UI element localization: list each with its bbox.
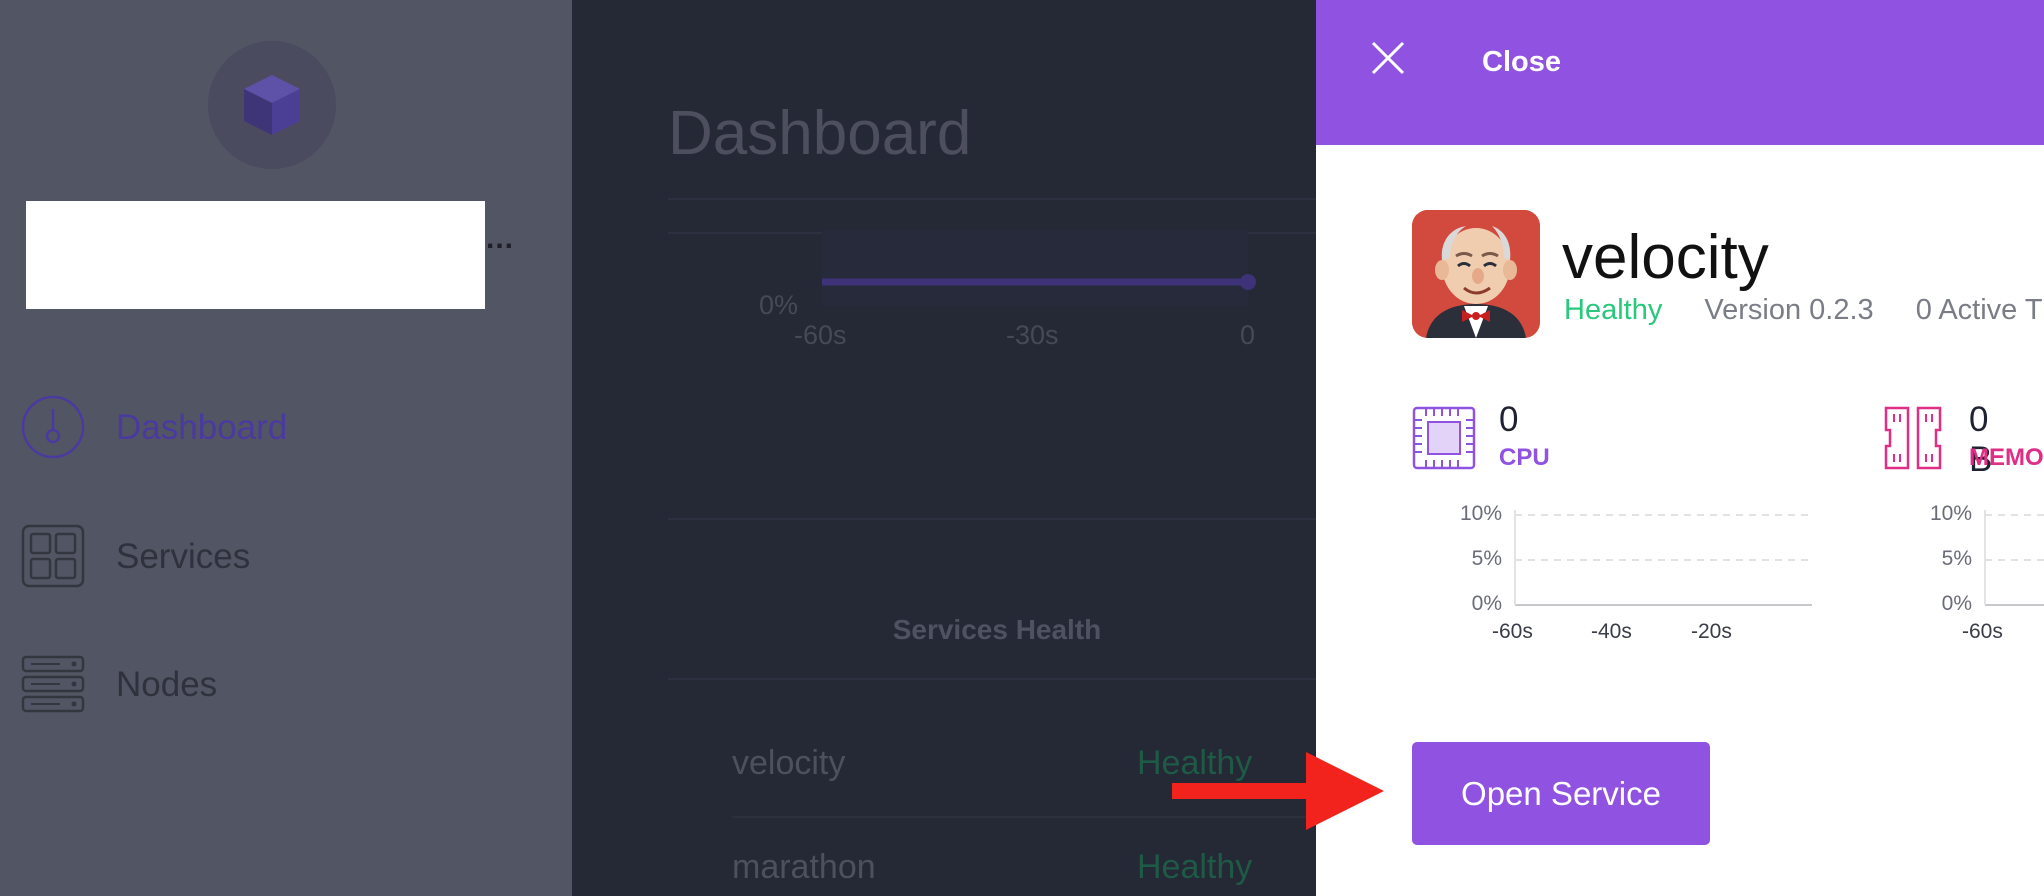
- page-title: Dashboard: [668, 99, 972, 168]
- service-status: Healthy: [1137, 848, 1253, 886]
- service-health-status: Healthy: [1564, 294, 1663, 326]
- sidebar-item-label: Dashboard: [116, 408, 288, 447]
- service-active-tasks: 0 Active T: [1915, 294, 2043, 326]
- cluster-name-ellipsis: ...: [486, 222, 515, 255]
- service-version: Version 0.2.3: [1704, 294, 1874, 326]
- cpu-chart-x-tick: -40s: [1591, 620, 1632, 643]
- sidebar-item-dashboard[interactable]: Dashboard: [20, 394, 540, 460]
- sidebar-item-label: Services: [116, 537, 251, 576]
- service-name: velocity: [732, 744, 846, 782]
- cube-logo-icon: [244, 75, 300, 135]
- sidebar-item-label: Nodes: [116, 665, 218, 704]
- cpu-chart-y-tick: 0%: [1471, 592, 1502, 615]
- service-meta: Healthy Version 0.2.3 0 Active T: [1564, 294, 2043, 327]
- memory-label: MEMO: [1969, 444, 2044, 471]
- memory-chart-y-tick: 5%: [1941, 547, 1972, 570]
- cpu-chart-x-tick: -60s: [1492, 620, 1533, 643]
- panel-header: Close: [1316, 0, 2044, 145]
- close-icon: [1371, 41, 1405, 75]
- service-name: marathon: [732, 848, 876, 886]
- services-grid-icon: [21, 524, 85, 588]
- nodes-server-icon: [21, 655, 85, 713]
- list-item[interactable]: marathon Healthy: [732, 848, 1316, 896]
- services-health-heading: Services Health: [892, 614, 1102, 645]
- close-button[interactable]: Close: [1370, 36, 1561, 84]
- cpu-value: 0: [1499, 400, 1519, 439]
- mini-chart-plot: [822, 230, 1256, 306]
- memory-chart-x-tick: -60s: [1962, 620, 2003, 643]
- mini-chart-y-tick: 0%: [759, 290, 799, 320]
- red-annotation-arrow-icon: [1172, 752, 1384, 830]
- cluster-name-redacted[interactable]: [26, 201, 485, 309]
- cpu-chart-x-tick: -20s: [1691, 620, 1732, 643]
- service-icon: [1412, 210, 1540, 338]
- cpu-chip-icon: [1412, 406, 1476, 470]
- close-label: Close: [1482, 46, 1561, 78]
- gauge-icon: [21, 395, 85, 459]
- divider: [668, 198, 1316, 200]
- service-title: velocity: [1562, 223, 1769, 292]
- memory-chart-y-tick: 0%: [1941, 592, 1972, 615]
- sidebar: ... Dashboard Services Nodes: [0, 0, 572, 896]
- sidebar-item-services[interactable]: Services: [20, 523, 540, 589]
- memory-usage-chart: 10% 5% 0% -60s: [1882, 500, 2044, 660]
- cpu-chart-y-tick: 5%: [1471, 547, 1502, 570]
- divider: [668, 518, 1316, 520]
- cpu-usage-chart: 10% 5% 0% -60s -40s -20s: [1412, 500, 1812, 660]
- cluster-logo[interactable]: [208, 41, 336, 169]
- service-detail-panel: Close velocity Healthy Version 0.2.3 0 A…: [1316, 0, 2044, 896]
- open-service-button[interactable]: Open Service: [1412, 742, 1710, 845]
- mini-chart-x-tick: -30s: [1006, 320, 1059, 350]
- divider: [668, 678, 1316, 680]
- jenkins-butler-icon: [1412, 210, 1540, 338]
- memory-chart-y-tick: 10%: [1929, 502, 1972, 525]
- memory-ram-icon: [1884, 406, 1942, 470]
- cpu-chart-y-tick: 10%: [1459, 502, 1502, 525]
- mini-chart-x-tick: 0: [1240, 320, 1256, 350]
- sidebar-item-nodes[interactable]: Nodes: [20, 651, 540, 717]
- cpu-allocation-mini-chart: 0% -60s -30s 0: [572, 230, 1316, 360]
- cpu-label: CPU: [1499, 444, 1550, 471]
- mini-chart-x-tick: -60s: [794, 320, 847, 350]
